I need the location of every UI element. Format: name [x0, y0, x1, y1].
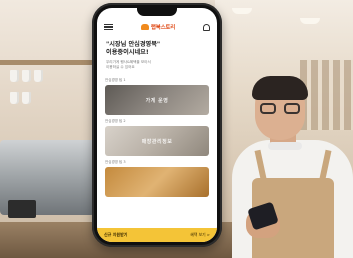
bottom-bar-right-link[interactable]: 혜택 보기 >	[190, 232, 210, 238]
tip-card-overlay-text: 매장관리정보	[141, 138, 173, 145]
bottom-bar-left-label[interactable]: 신규 지원받기	[104, 232, 127, 238]
face-mask	[268, 142, 302, 150]
bottom-action-bar[interactable]: 신규 지원받기 혜택 보기 >	[97, 228, 217, 242]
app-header: 랩북스토리	[97, 19, 217, 35]
cup	[22, 70, 31, 82]
tip-card-overlay-text	[105, 167, 209, 197]
tip-card[interactable]: 안심경영 팁 1 가게 운영	[105, 78, 209, 115]
brand-mark-icon	[140, 24, 149, 30]
tip-card[interactable]: 안심경영 팁 2 매장관리정보	[105, 119, 209, 156]
tip-card-label: 안심경영 팁 2	[105, 119, 126, 123]
phone-notch	[137, 8, 177, 16]
status-bar	[97, 8, 217, 19]
phone-mockup: 랩북스토리 "시장님 안심경영북" 이용중이시네요! 우리가게 행사&혜택을 모…	[92, 3, 222, 247]
tip-card-image	[105, 167, 209, 197]
notification-bell-icon[interactable]	[203, 23, 210, 31]
tip-card-image: 가게 운영	[105, 85, 209, 115]
espresso-group-head	[8, 200, 36, 218]
pendant-lamp	[300, 18, 320, 24]
hero-title: "시장님 안심경영북" 이용중이시네요!	[106, 41, 161, 56]
cup	[10, 70, 19, 82]
tip-card-label: 안심경영 팁 1	[105, 78, 126, 82]
phone-screen: 랩북스토리 "시장님 안심경영북" 이용중이시네요! 우리가게 행사&혜택을 모…	[97, 8, 217, 242]
barista-hair	[252, 76, 308, 100]
tip-card[interactable]: 안심경영 팁 3	[105, 160, 209, 197]
cup-shelf	[0, 60, 100, 65]
menu-icon[interactable]	[104, 23, 113, 31]
brand-name: 랩북스토리	[150, 25, 176, 31]
tip-card-overlay-text: 가게 운영	[145, 97, 169, 104]
hero-section: "시장님 안심경영북" 이용중이시네요! 우리가게 행사&혜택을 모아서 이용하…	[97, 35, 217, 74]
tip-card-image: 매장관리정보	[105, 126, 209, 156]
cup	[34, 70, 43, 82]
pendant-lamp	[232, 8, 252, 14]
tip-card-label: 안심경영 팁 3	[105, 160, 126, 164]
hero-subtitle: 우리가게 행사&혜택을 모아서 이용하실 수 있어요	[106, 60, 151, 69]
cup	[10, 92, 19, 104]
glasses-icon	[258, 103, 302, 114]
brand-logo: 랩북스토리	[140, 23, 176, 31]
cup	[22, 92, 31, 104]
